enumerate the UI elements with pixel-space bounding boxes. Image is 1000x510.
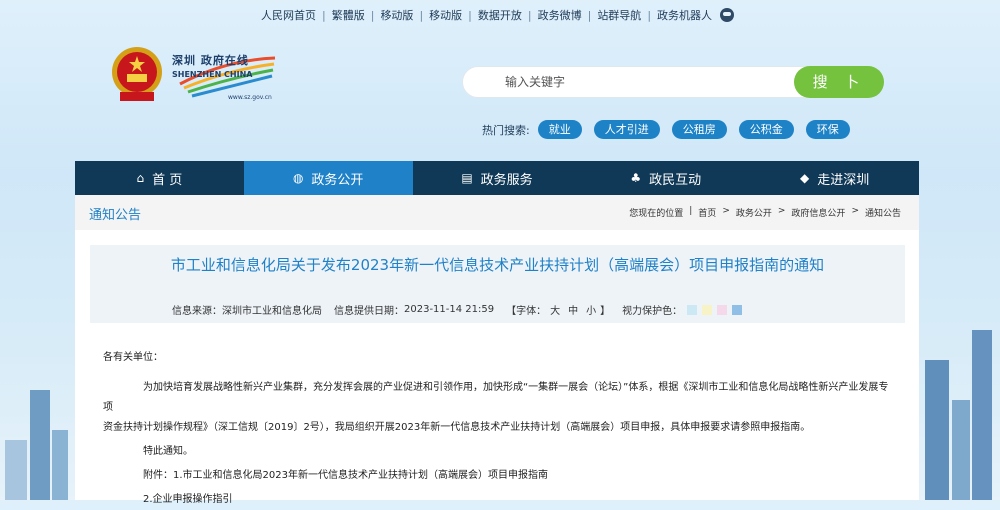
hot-search-label: 热门搜索:	[482, 123, 530, 137]
article-meta: 信息来源： 深圳市工业和信息化局 信息提供日期： 2023-11-14 21:5…	[172, 302, 743, 317]
search-input[interactable]: 输入关键字	[462, 66, 822, 98]
article-title: 市工业和信息化局关于发布2023年新一代信息技术产业扶持计划（高端展会）项目申报…	[170, 256, 825, 274]
top-link-people[interactable]: 人民网首页	[255, 7, 322, 23]
source-value: 深圳市工业和信息化局	[222, 306, 322, 317]
nav-label: 走进深圳	[817, 172, 870, 188]
font-size-large[interactable]: 大	[550, 302, 560, 317]
gov-icon: ◍	[292, 171, 304, 185]
vision-swatch-yellow[interactable]	[702, 304, 713, 315]
search-button[interactable]: 搜 卜	[794, 66, 884, 98]
shenzhen-icon: ◆	[799, 171, 810, 185]
main-nav: ⌂ 首 页 ◍ 政务公开 ▤ 政务服务 ♣ 政民互动 ◆ 走进深圳	[75, 161, 919, 195]
breadcrumb-item[interactable]: 通知公告	[865, 206, 901, 219]
national-emblem-icon	[112, 47, 162, 101]
hot-chip-housing-fund[interactable]: 公积金	[738, 120, 794, 139]
font-size-medium[interactable]: 中	[568, 302, 578, 317]
article-header: 市工业和信息化局关于发布2023年新一代信息技术产业扶持计划（高端展会）项目申报…	[90, 245, 905, 323]
nav-label: 政民互动	[649, 172, 702, 188]
source-label: 信息来源：	[172, 306, 222, 317]
robot-icon[interactable]	[720, 8, 735, 22]
nav-services[interactable]: ▤ 政务服务	[413, 161, 582, 195]
breadcrumb-item[interactable]: 政府信息公开	[791, 206, 845, 219]
nav-label: 政务公开	[311, 172, 364, 188]
font-label-end: 】	[600, 306, 611, 317]
nav-gov-affairs[interactable]: ◍ 政务公开	[243, 161, 413, 195]
nav-shenzhen[interactable]: ◆ 走进深圳	[750, 161, 919, 195]
nav-label: 首 页	[152, 172, 183, 188]
font-size-small[interactable]: 小	[586, 302, 596, 317]
date-label: 信息提供日期：	[334, 306, 404, 317]
chevron-right-icon: >	[722, 206, 730, 216]
date-value: 2023-11-14 21:59	[404, 304, 495, 315]
hot-chip-employment[interactable]: 就业	[537, 120, 582, 139]
breadcrumb: 您现在的位置 | 首页 > 政务公开 > 政府信息公开 > 通知公告	[623, 206, 901, 219]
breadcrumb-item[interactable]: 首页	[698, 206, 716, 219]
top-link-mobile-2[interactable]: 移动版	[423, 7, 468, 23]
article-body: 各有关单位： 为加快培育发展战略性新兴产业集群，充分发挥会展的产业促进和引领作用…	[103, 348, 893, 510]
breadcrumb-prefix: 您现在的位置	[629, 209, 684, 219]
chevron-right-icon: >	[777, 206, 786, 216]
vision-swatch-pink[interactable]	[717, 304, 728, 315]
paragraph: 资金扶持计划操作规程》（深工信规〔2019〕2号），我局组织开展2023年新一代…	[103, 422, 811, 433]
logo-url: www.sz.gov.cn	[228, 94, 272, 101]
chevron-right-icon: >	[851, 206, 859, 216]
nav-interaction[interactable]: ♣ 政民互动	[581, 161, 750, 195]
attachment-link[interactable]: 2.企业申报操作指引	[103, 490, 893, 510]
hot-chip-environment[interactable]: 环保	[805, 120, 850, 139]
font-label: 【字体：	[506, 306, 547, 317]
breadcrumb-bar: 通知公告 您现在的位置 | 首页 > 政务公开 > 政府信息公开 > 通知公告	[75, 195, 919, 231]
people-icon: ♣	[630, 171, 642, 185]
top-link-weibo[interactable]: 政务微博	[532, 7, 588, 23]
site-logo[interactable]: 深圳 政府在线 SHENZHEN CHINA www.sz.gov.cn	[170, 50, 280, 102]
top-link-mobile[interactable]: 移动版	[374, 7, 419, 23]
top-link-open-data[interactable]: 数据开放	[472, 7, 528, 23]
search-bar: 输入关键字 搜 卜	[462, 66, 884, 98]
hot-chip-public-housing[interactable]: 公租房	[671, 120, 727, 139]
hot-chip-talent[interactable]: 人才引进	[593, 120, 660, 139]
logo-chinese: 深圳 政府在线	[172, 54, 249, 67]
service-icon: ▤	[461, 171, 473, 185]
vision-swatch-darkblue[interactable]	[732, 304, 743, 315]
top-link-site-nav[interactable]: 站群导航	[591, 7, 647, 23]
attachment-link[interactable]: 附件：1.市工业和信息化局2023年新一代信息技术产业扶持计划（高端展会）项目申…	[103, 466, 893, 486]
section-title: 通知公告	[89, 208, 142, 223]
breadcrumb-item[interactable]: 政务公开	[736, 206, 772, 219]
vision-swatch-blue[interactable]	[687, 304, 698, 315]
top-links: 人民网首页 | 繁體版 | 移动版 | 移动版 | 数据开放 | 政务微博 | 站群导航 | …	[255, 4, 735, 26]
paragraph: 为加快培育发展战略性新兴产业集群，充分发挥会展的产业促进和引领作用，加快形成“一…	[103, 382, 889, 413]
top-link-traditional[interactable]: 繁體版	[326, 7, 371, 23]
article-content: 市工业和信息化局关于发布2023年新一代信息技术产业扶持计划（高端展会）项目申报…	[75, 230, 919, 505]
greeting: 各有关单位：	[103, 352, 163, 363]
hot-search: 热门搜索: 就业 人才引进 公租房 公积金 环保	[482, 120, 862, 139]
nav-label: 政务服务	[480, 172, 533, 188]
home-icon: ⌂	[136, 171, 145, 185]
divider: |	[689, 206, 693, 216]
vision-label: 视力保护色：	[622, 306, 683, 317]
top-link-robot[interactable]: 政务机器人	[651, 7, 718, 23]
notice: 特此通知。	[143, 446, 193, 457]
nav-home[interactable]: ⌂ 首 页	[75, 161, 244, 195]
logo-english: SHENZHEN CHINA	[172, 70, 253, 79]
